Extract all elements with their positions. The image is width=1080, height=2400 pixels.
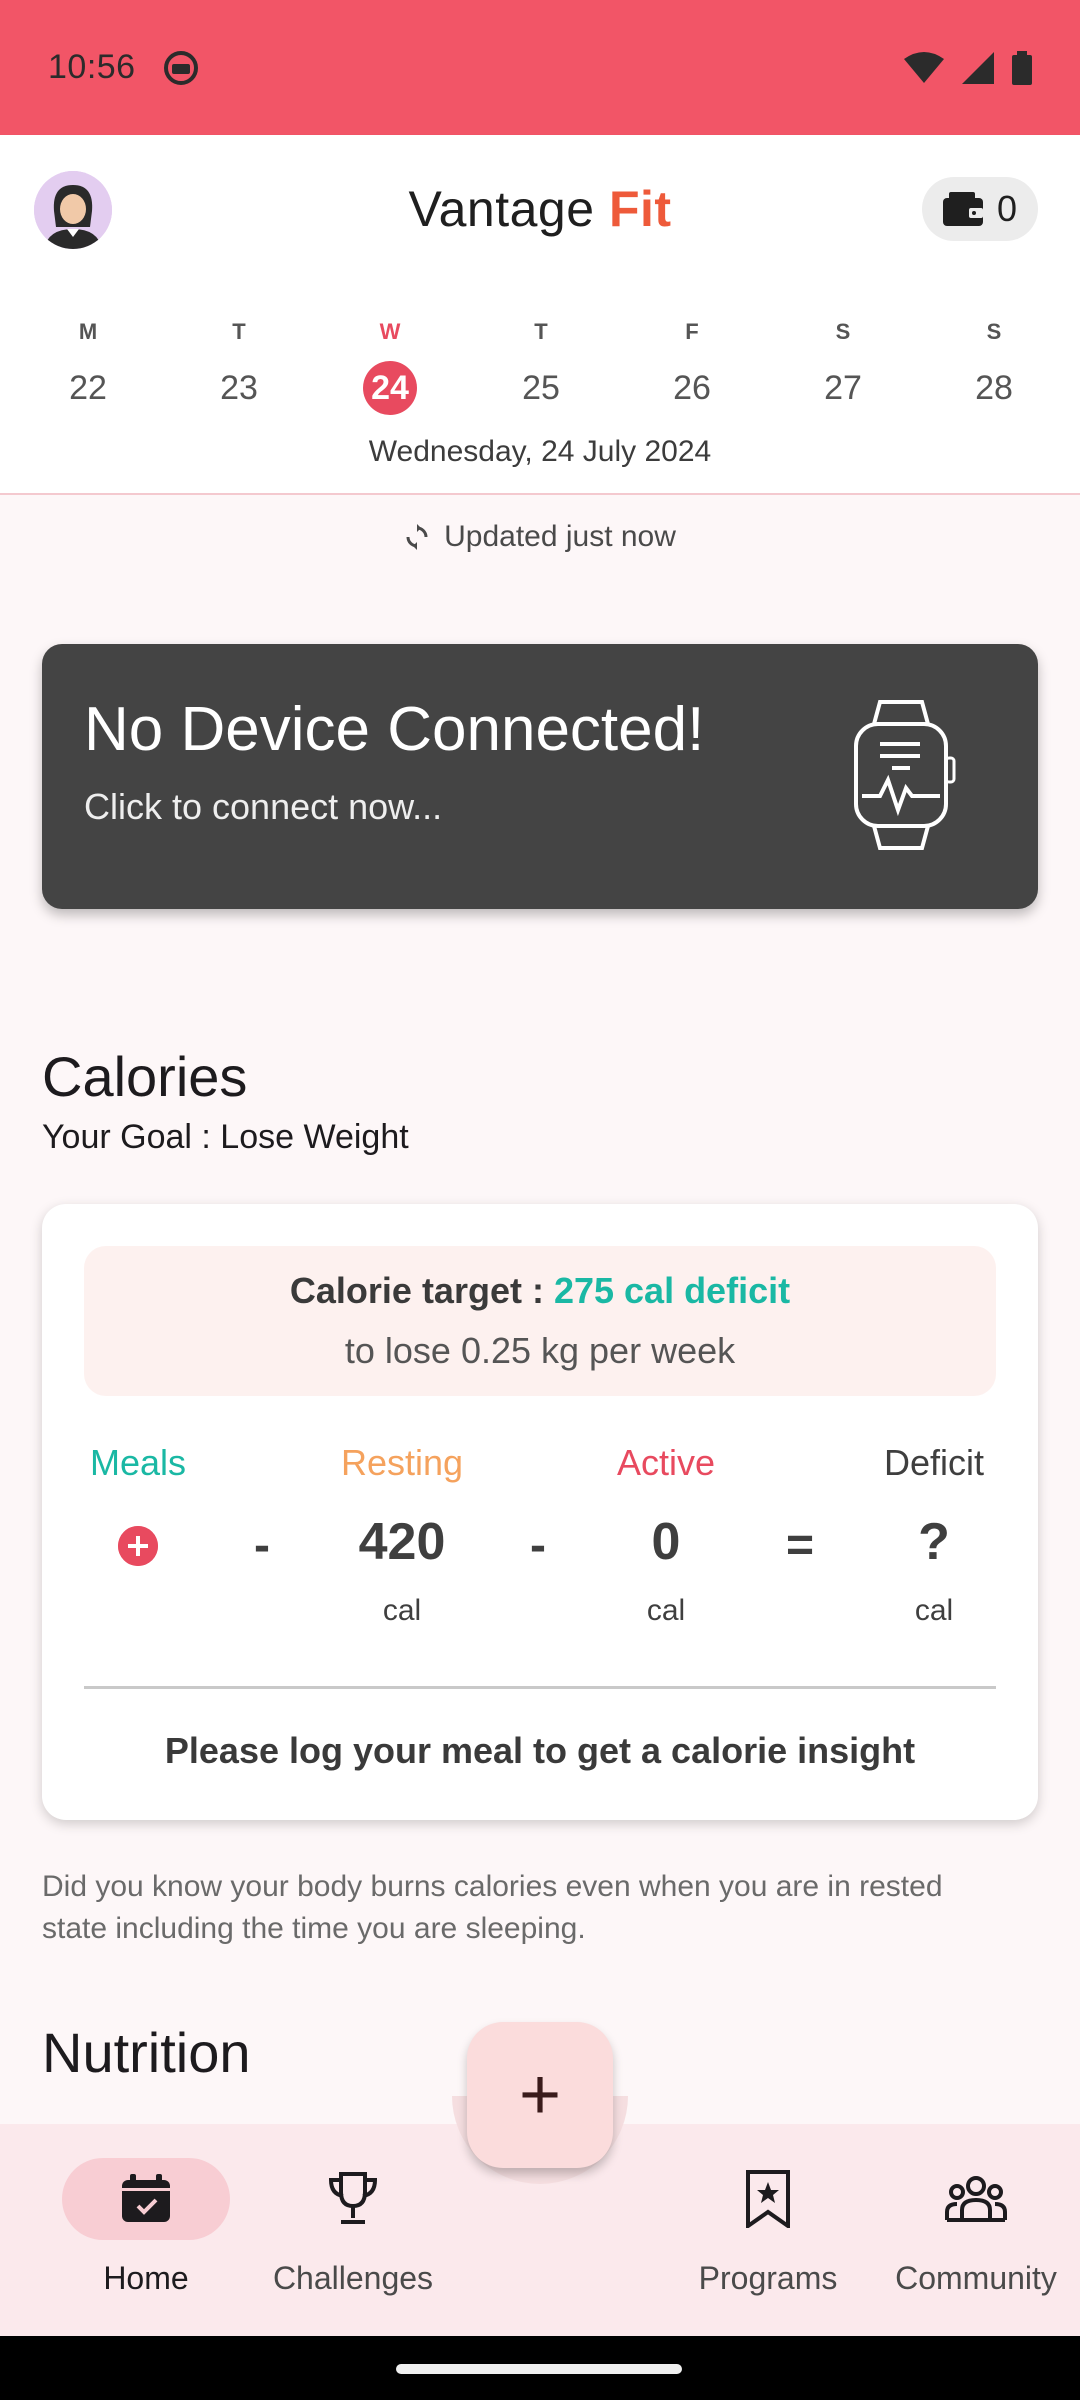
week-calendar: M 22 T 23 W 24 T 25 F 26 S 27 S 28 Wednesday, 24 July… (0, 283, 1080, 495)
active-unit: cal (646, 1594, 686, 1627)
brand-accent: Fit (608, 181, 672, 237)
day-27[interactable]: S 27 (793, 317, 893, 415)
calorie-target: Calorie target : 275 cal deficit (84, 1270, 996, 1312)
deficit-column: Deficit ? cal (854, 1442, 1014, 1628)
calorie-target-sub: to lose 0.25 kg per week (344, 1330, 736, 1371)
day-number: 23 (220, 369, 258, 407)
day-26[interactable]: F 26 (642, 317, 742, 415)
app-logo: Vantage Fit (408, 180, 671, 238)
calorie-target-label: Calorie target : (289, 1270, 554, 1311)
active-value: 0 (651, 1513, 681, 1571)
day-of-week: T (232, 319, 246, 344)
connect-device-card[interactable]: No Device Connected! Click to connect no… (42, 644, 1038, 909)
system-nav-bar (0, 2336, 1080, 2400)
wifi-icon (904, 51, 944, 83)
calorie-divider (84, 1686, 996, 1689)
calorie-card: Calorie target : 275 cal deficit to lose… (42, 1204, 1038, 1820)
wallet-button[interactable]: 0 (922, 177, 1038, 241)
minus-operator: - (530, 1519, 546, 1572)
resting-unit: cal (382, 1594, 422, 1627)
system-icons (904, 50, 1032, 85)
wallet-icon (942, 192, 983, 226)
device-card-title: No Device Connected! (84, 695, 705, 764)
deficit-value: ? (918, 1513, 950, 1571)
sync-status[interactable]: Updated just now (0, 520, 1080, 554)
sync-icon (406, 524, 428, 550)
meals-label: Meals (89, 1442, 187, 1483)
people-icon (945, 2176, 1007, 2222)
trophy-icon (328, 2172, 378, 2224)
day-of-week: M (78, 319, 98, 344)
nav-programs[interactable]: Programs (668, 2124, 868, 2297)
day-of-week: S (835, 319, 851, 344)
status-time: 10:56 (48, 48, 136, 86)
battery-icon (1012, 50, 1032, 85)
nav-programs-indicator (684, 2158, 852, 2240)
nav-home[interactable]: Home (46, 2124, 246, 2297)
wallet-count: 0 (996, 188, 1018, 229)
bookmark-star-icon (746, 2170, 790, 2228)
nav-challenges-indicator (269, 2158, 437, 2240)
day-25[interactable]: T 25 (491, 317, 591, 415)
add-meal-button[interactable] (118, 1526, 158, 1566)
equals-operator: = (786, 1519, 815, 1572)
resting-value: 420 (358, 1513, 446, 1571)
notification-icon (163, 50, 198, 85)
active-column: Active 0 cal (586, 1442, 746, 1628)
day-of-week: S (986, 319, 1002, 344)
nav-home-label: Home (103, 2260, 189, 2296)
day-28[interactable]: S 28 (944, 317, 1044, 415)
profile-avatar-icon (34, 171, 112, 249)
selected-date: Wednesday, 24 July 2024 (368, 435, 712, 468)
device-card-subtitle: Click to connect now... (84, 786, 443, 827)
calorie-target-box: Calorie target : 275 cal deficit to lose… (84, 1246, 996, 1396)
sync-text: Updated just now (444, 520, 676, 553)
minus-operator: - (254, 1519, 270, 1572)
meals-column: Meals (58, 1442, 218, 1484)
add-fab-button[interactable]: + (467, 2022, 613, 2168)
nav-home-indicator (62, 2158, 230, 2240)
day-of-week: F (685, 319, 699, 344)
calorie-goal: Your Goal : Lose Weight (42, 1118, 409, 1156)
home-gesture-handle[interactable] (396, 2364, 682, 2374)
day-number: 22 (69, 369, 107, 407)
smartwatch-icon (854, 700, 956, 850)
nav-challenges[interactable]: Challenges (253, 2124, 453, 2297)
app-header: Vantage Fit 0 (0, 135, 1080, 283)
calories-title: Calories (42, 1045, 248, 1108)
resting-column: Resting 420 cal (322, 1442, 482, 1628)
day-number: 28 (975, 369, 1013, 407)
day-of-week: T (534, 319, 548, 344)
day-of-week: W (379, 319, 401, 344)
day-number: 26 (673, 369, 711, 407)
calorie-fact: Did you know your body burns calories ev… (42, 1870, 943, 1945)
avatar[interactable] (34, 171, 112, 249)
day-24[interactable]: W 24 (340, 317, 440, 415)
day-22[interactable]: M 22 (38, 317, 138, 415)
nav-challenges-label: Challenges (272, 2260, 434, 2296)
deficit-unit: cal (914, 1594, 954, 1627)
calendar-icon (122, 2174, 170, 2222)
day-number: 27 (824, 369, 862, 407)
day-number: 24 (363, 361, 417, 415)
nav-community-label: Community (895, 2260, 1057, 2296)
brand-name: Vantage (408, 181, 609, 237)
resting-label: Resting (340, 1442, 464, 1483)
nav-programs-label: Programs (698, 2260, 838, 2296)
signal-icon (962, 51, 994, 84)
calorie-insight: Please log your meal to get a calorie in… (164, 1730, 916, 1771)
nutrition-title: Nutrition (42, 2021, 251, 2084)
week-days: M 22 T 23 W 24 T 25 F 26 S 27 S 28 (0, 317, 1080, 415)
nav-community-indicator (892, 2158, 1060, 2240)
calorie-target-value: 275 cal deficit (553, 1270, 791, 1311)
status-bar: 10:56 (0, 0, 1080, 135)
deficit-label: Deficit (883, 1442, 985, 1483)
day-number: 25 (522, 369, 560, 407)
plus-circle-icon (118, 1526, 158, 1566)
active-label: Active (616, 1442, 716, 1483)
nav-community[interactable]: Community (876, 2124, 1076, 2297)
day-23[interactable]: T 23 (189, 317, 289, 415)
